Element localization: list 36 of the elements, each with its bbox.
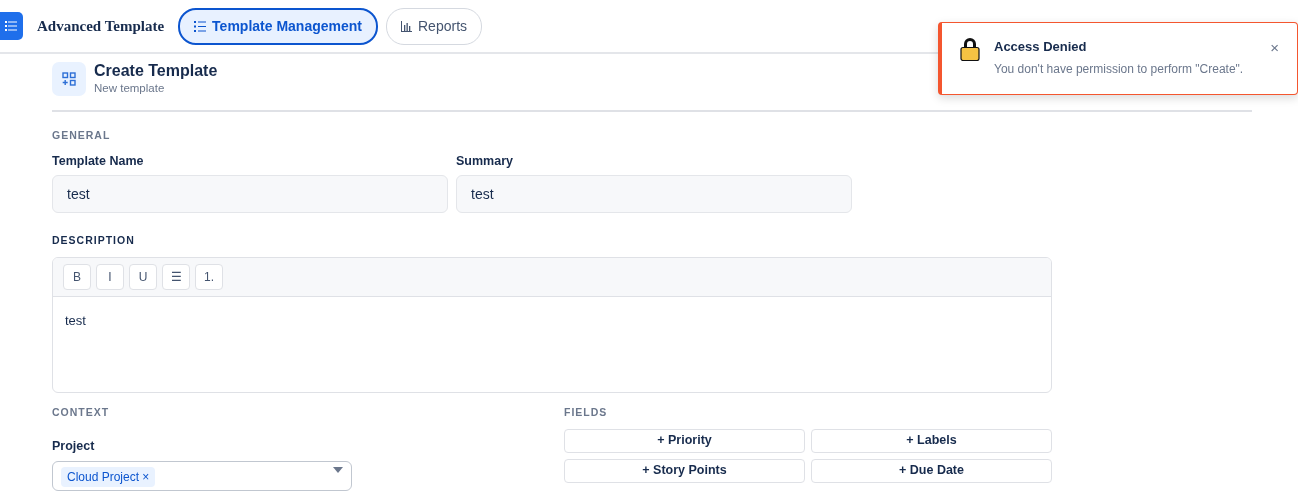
grid-plus-icon xyxy=(62,72,76,87)
list-icon xyxy=(194,20,207,32)
format-button[interactable]: U xyxy=(129,264,157,291)
add-field-button[interactable]: + Priority xyxy=(564,428,805,453)
menu-button[interactable] xyxy=(0,12,23,40)
toast-title: Access Denied xyxy=(994,38,1088,56)
text-input[interactable]: test xyxy=(52,175,448,214)
format-button[interactable]: B xyxy=(63,264,91,291)
add-field-button[interactable]: + Labels xyxy=(811,428,1052,453)
dropdown-caret-icon xyxy=(333,466,343,473)
close-button[interactable]: × xyxy=(1270,39,1279,55)
page-subtitle: New template xyxy=(94,80,166,96)
toast-message: You don't have permission to perform "Create". xyxy=(994,60,1245,78)
padlock-icon xyxy=(960,37,980,61)
app-title: Advanced Template xyxy=(37,16,165,36)
section-heading: DESCRIPTION xyxy=(52,233,136,249)
project-select[interactable]: Cloud Project × xyxy=(52,460,352,491)
nav-tab[interactable]: Template Management xyxy=(178,7,378,45)
text-input[interactable]: test xyxy=(456,175,852,214)
menu-icon xyxy=(5,21,17,31)
description-text: test xyxy=(64,312,87,331)
section-heading: GENERAL xyxy=(52,127,112,143)
section-heading: CONTEXT xyxy=(52,405,111,421)
field-label: Summary xyxy=(456,152,514,170)
page-title: Create Template xyxy=(94,62,218,80)
nav-tab[interactable]: Reports xyxy=(386,7,483,45)
section-heading: FIELDS xyxy=(564,405,609,421)
format-button[interactable]: 1. xyxy=(195,264,223,291)
add-field-button[interactable]: + Story Points xyxy=(564,458,805,483)
project-chip: Cloud Project × xyxy=(61,466,156,487)
bar-chart-icon xyxy=(401,20,412,32)
field-label: Project xyxy=(52,437,96,455)
format-button[interactable]: ☰ xyxy=(162,264,190,291)
field-label: Template Name xyxy=(52,152,145,170)
format-button[interactable]: I xyxy=(96,264,124,291)
add-field-button[interactable]: + Due Date xyxy=(811,458,1052,483)
